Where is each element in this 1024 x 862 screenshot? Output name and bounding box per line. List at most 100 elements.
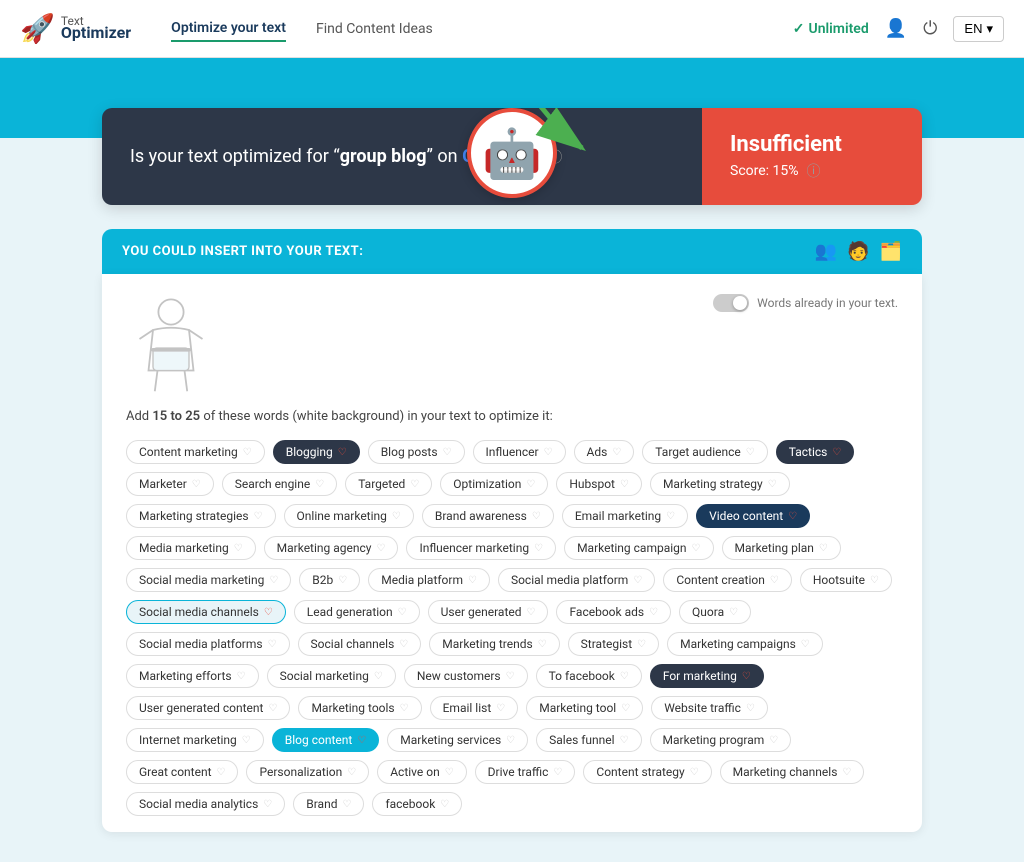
tag-item[interactable]: Social media platforms♡ [126,632,290,656]
tag-item[interactable]: Media platform♡ [368,568,490,592]
nav-optimize[interactable]: Optimize your text [171,16,286,42]
tag-item[interactable]: Hubspot♡ [556,472,642,496]
tag-item[interactable]: Social media marketing♡ [126,568,291,592]
user-icon[interactable]: 👤 [885,18,907,39]
tag-item[interactable]: Email marketing♡ [562,504,688,528]
heart-icon: ♡ [399,639,408,650]
tag-label: Search engine [235,477,310,491]
tag-item[interactable]: Social media platform♡ [498,568,655,592]
tag-item[interactable]: Email list♡ [430,696,519,720]
heart-icon: ♡ [254,511,263,522]
score-help-icon[interactable]: ⓘ [807,161,821,181]
insert-icons: 👥 🧑 🗂️ [815,241,902,262]
tag-item[interactable]: For marketing♡ [650,664,764,688]
tag-label: Marketing campaigns [680,637,796,651]
tag-item[interactable]: Search engine♡ [222,472,337,496]
tag-item[interactable]: Marketing efforts♡ [126,664,259,688]
heart-icon: ♡ [374,671,383,682]
tag-item[interactable]: Marketing campaigns♡ [667,632,823,656]
tag-item[interactable]: Content strategy♡ [583,760,711,784]
heart-icon: ♡ [553,767,562,778]
toggle-label: Words already in your text. [757,296,898,310]
tag-item[interactable]: Strategist♡ [568,632,659,656]
tag-label: B2b [312,573,333,587]
tag-item[interactable]: Social media analytics♡ [126,792,285,816]
heart-icon: ♡ [729,607,738,618]
tag-label: Marketer [139,477,187,491]
tag-item[interactable]: Brand♡ [293,792,364,816]
logo-icon: 🚀 [20,12,55,45]
tag-item[interactable]: Target audience♡ [642,440,767,464]
tag-item[interactable]: Brand awareness♡ [422,504,554,528]
tag-item[interactable]: Optimization♡ [440,472,548,496]
tag-item[interactable]: Marketing channels♡ [720,760,865,784]
tag-item[interactable]: Social marketing ♡ [267,664,396,688]
tag-item[interactable]: Active on♡ [377,760,466,784]
score-value: Score: 15% [730,163,799,179]
logo[interactable]: 🚀 Text Optimizer [20,12,131,45]
tag-item[interactable]: Facebook ads♡ [556,600,671,624]
tag-item[interactable]: User generated content♡ [126,696,290,720]
tag-item[interactable]: User generated♡ [428,600,549,624]
tag-item[interactable]: Social media channels♡ [126,600,286,624]
tag-item[interactable]: Marketing plan♡ [722,536,841,560]
tag-item[interactable]: Sales funnel♡ [536,728,641,752]
person-icon[interactable]: 🧑 [847,241,869,262]
tag-item[interactable]: Website traffic♡ [651,696,768,720]
question-suffix: ” on [427,146,463,167]
tag-item[interactable]: Marketing program♡ [650,728,792,752]
tag-label: Social marketing [280,669,369,683]
tag-item[interactable]: Blog posts♡ [368,440,465,464]
tag-item[interactable]: Marketing agency♡ [264,536,399,560]
tag-item[interactable]: Content marketing♡ [126,440,265,464]
tag-item[interactable]: Marketing trends♡ [429,632,559,656]
tag-item[interactable]: Marketing campaign♡ [564,536,713,560]
tag-item[interactable]: Marketing tool ♡ [526,696,643,720]
heart-icon: ♡ [192,479,201,490]
nav-find-content[interactable]: Find Content Ideas [316,17,433,41]
tag-item[interactable]: Content creation♡ [663,568,792,592]
tag-item[interactable]: Marketer ♡ [126,472,214,496]
tag-item[interactable]: Ads♡ [574,440,635,464]
tag-item[interactable]: B2b♡ [299,568,360,592]
tag-item[interactable]: Drive traffic♡ [475,760,576,784]
tag-item[interactable]: To facebook♡ [536,664,642,688]
tag-item[interactable]: facebook♡ [372,792,462,816]
tag-item[interactable]: Blog content♡ [272,728,380,752]
tag-item[interactable]: Online marketing♡ [284,504,414,528]
tag-label: Marketing tool [539,701,616,715]
lang-label: EN [964,21,982,36]
tag-label: Email marketing [575,509,661,523]
tag-item[interactable]: Influencer marketing♡ [406,536,556,560]
tag-item[interactable]: Social channels♡ [298,632,422,656]
heart-icon: ♡ [410,479,419,490]
tag-item[interactable]: Influencer♡ [473,440,566,464]
language-button[interactable]: EN ▾ [953,16,1004,42]
tag-item[interactable]: Hootsuite♡ [800,568,892,592]
instruction-range: 15 to 25 [152,409,200,424]
tag-item[interactable]: Quora♡ [679,600,751,624]
power-icon[interactable]: ⏻ [923,18,937,39]
tag-item[interactable]: Media marketing♡ [126,536,256,560]
words-toggle[interactable] [713,294,749,312]
tag-item[interactable]: Marketing strategies♡ [126,504,276,528]
tag-item[interactable]: Lead generation♡ [294,600,420,624]
tag-item[interactable]: Personalization♡ [246,760,369,784]
tag-item[interactable]: Tactics♡ [776,440,855,464]
tag-item[interactable]: Great content♡ [126,760,238,784]
group-icon[interactable]: 👥 [815,241,837,262]
tag-item[interactable]: Blogging♡ [273,440,360,464]
keyword: group blog [340,146,427,167]
heart-icon: ♡ [621,703,630,714]
tag-item[interactable]: Targeted♡ [345,472,432,496]
tag-item[interactable]: Marketing services♡ [387,728,528,752]
tag-item[interactable]: Marketing tools♡ [298,696,421,720]
tag-item[interactable]: Internet marketing♡ [126,728,264,752]
heart-icon: ♡ [842,767,851,778]
tag-item[interactable]: Video content♡ [696,504,810,528]
tag-item[interactable]: Marketing strategy♡ [650,472,790,496]
heart-icon: ♡ [243,447,252,458]
tag-item[interactable]: New customers♡ [404,664,528,688]
tag-label: Social media analytics [139,797,258,811]
layers-icon[interactable]: 🗂️ [880,241,902,262]
